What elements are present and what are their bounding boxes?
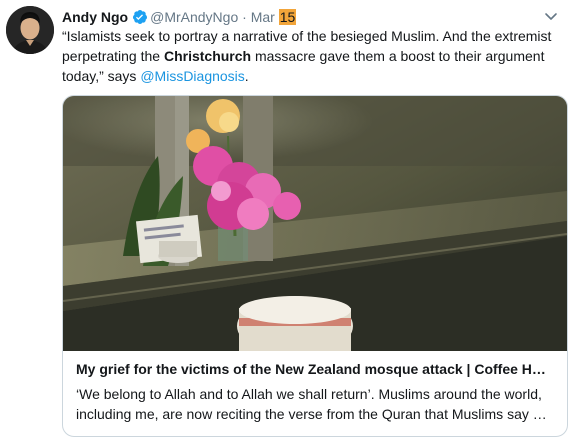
separator: · [242, 9, 247, 25]
card-image [63, 96, 567, 351]
link-card[interactable]: My grief for the victims of the New Zeal… [62, 95, 568, 437]
tweet-text-end: . [244, 68, 249, 84]
card-description: ‘We belong to Allah and to Allah we shal… [76, 384, 554, 424]
tweet-date-day[interactable]: 15 [278, 9, 297, 25]
tweet-text: “Islamists seek to portray a narrative o… [62, 26, 552, 86]
card-body: My grief for the victims of the New Zeal… [76, 359, 554, 424]
card-description-line2: including me, are now reciting the verse… [76, 406, 554, 422]
author-name[interactable]: Andy Ngo [62, 9, 128, 25]
card-description-line1: ‘We belong to Allah and to Allah we shal… [76, 386, 542, 402]
tweet-text-bold: Christchurch [163, 48, 252, 64]
tweet-date-month[interactable]: Mar [251, 9, 275, 25]
chevron-down-icon[interactable] [543, 7, 559, 27]
author-handle[interactable]: @MrAndyNgo [150, 9, 238, 25]
tweet-header: Andy Ngo @MrAndyNgo · Mar 15 [62, 7, 559, 27]
avatar-photo [6, 6, 54, 54]
avatar[interactable] [6, 6, 54, 54]
mention-link[interactable]: @MissDiagnosis [140, 68, 244, 84]
card-title[interactable]: My grief for the victims of the New Zeal… [76, 359, 554, 379]
